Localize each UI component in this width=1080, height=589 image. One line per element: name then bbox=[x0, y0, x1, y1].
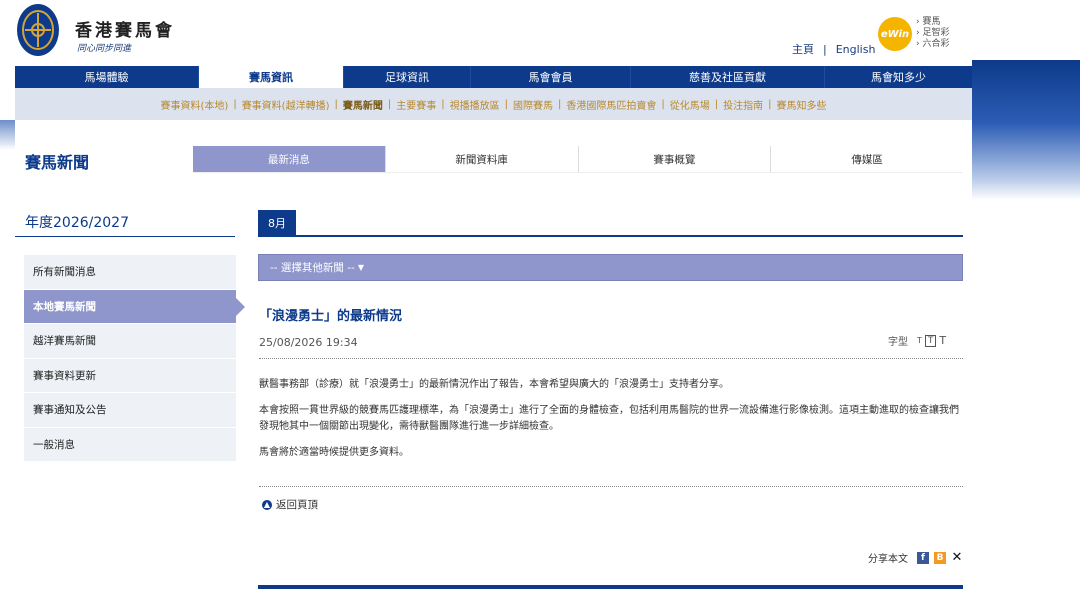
page-tabs: 最新消息 新聞資料庫 賽事概覽 傳媒區 bbox=[193, 146, 963, 173]
subnav-auction[interactable]: 香港國際馬匹拍賣會 bbox=[561, 97, 661, 112]
brand-name: 香港賽馬會 bbox=[75, 21, 175, 41]
ewin-item-racing[interactable]: › 賽馬 bbox=[916, 17, 949, 28]
back-to-top-link[interactable]: ▲ 返回頁頂 bbox=[262, 497, 318, 512]
nav-football[interactable]: 足球資訊 bbox=[344, 66, 471, 88]
subnav-local-race[interactable]: 賽事資料(本地) bbox=[156, 97, 234, 112]
hkjc-logo-icon[interactable] bbox=[16, 3, 60, 57]
news-selector-label: -- 選擇其他新聞 -- bbox=[270, 262, 355, 274]
tab-latest-news[interactable]: 最新消息 bbox=[193, 146, 386, 173]
sidemenu-overseas-news[interactable]: 越洋賽馬新聞 bbox=[24, 324, 236, 359]
tab-media[interactable]: 傳媒區 bbox=[771, 146, 963, 173]
back-to-top-label: 返回頁頂 bbox=[276, 499, 318, 511]
font-large-icon[interactable]: T bbox=[939, 334, 946, 347]
ewin-item-football[interactable]: › 足智彩 bbox=[916, 28, 949, 39]
font-small-icon[interactable]: T bbox=[917, 336, 922, 345]
month-tab[interactable]: 8月 bbox=[258, 210, 296, 236]
main-nav: 馬場體驗 賽馬資訊 足球資訊 馬會會員 慈善及社區貢獻 馬會知多少 bbox=[15, 66, 972, 88]
subnav-simulcast[interactable]: 賽事資料(越洋轉播) bbox=[237, 97, 335, 112]
divider bbox=[259, 358, 963, 359]
divider bbox=[258, 585, 963, 589]
arrow-up-icon: ▲ bbox=[262, 499, 272, 510]
season-label: 年度2026/2027 bbox=[25, 215, 129, 231]
ewin-logo-icon[interactable]: eWin bbox=[878, 17, 912, 51]
sub-nav: 賽事資料(本地) | 賽事資料(越洋轉播) | 賽馬新聞 | 主要賽事 | 視播播放區 |… bbox=[15, 88, 972, 120]
ewin-products: › 賽馬 › 足智彩 › 六合彩 bbox=[916, 17, 949, 50]
subnav-conghua[interactable]: 從化馬場 bbox=[665, 97, 715, 112]
brand-slogan: 同心同步同進 bbox=[77, 44, 132, 54]
share-label: 分享本文 bbox=[868, 554, 908, 565]
nav-membership[interactable]: 馬會會員 bbox=[471, 66, 631, 88]
article-datetime: 25/08/2026 19:34 bbox=[259, 336, 358, 349]
subnav-betting-guide[interactable]: 投注指南 bbox=[718, 97, 768, 112]
header-gradient-left bbox=[0, 120, 15, 150]
tab-news-archive[interactable]: 新聞資料庫 bbox=[385, 146, 579, 173]
font-size-label: 字型 bbox=[888, 337, 908, 348]
article-paragraph: 本會按照一貫世界級的競賽馬匹護理標準，為「浪漫勇士」進行了全面的身體檢查，包括利… bbox=[259, 405, 959, 432]
facebook-icon[interactable]: f bbox=[917, 551, 929, 564]
header-gradient bbox=[972, 60, 1080, 200]
page-title: 賽馬新聞 bbox=[25, 153, 90, 172]
x-twitter-icon[interactable]: ✕ bbox=[951, 550, 963, 565]
article-title: 「浪漫勇士」的最新情況 bbox=[259, 309, 403, 324]
news-selector-dropdown[interactable]: -- 選擇其他新聞 -- ▼ bbox=[258, 254, 963, 281]
chevron-down-icon: ▼ bbox=[357, 263, 364, 272]
share-bar: 分享本文 f B ✕ bbox=[868, 550, 963, 565]
subnav-racing-101[interactable]: 賽馬知多些 bbox=[772, 97, 832, 112]
sidemenu-race-updates[interactable]: 賽事資料更新 bbox=[24, 358, 236, 393]
top-links: 主頁 | English bbox=[792, 41, 875, 57]
divider bbox=[15, 236, 235, 237]
side-menu: 所有新聞消息 本地賽馬新聞 越洋賽馬新聞 賽事資料更新 賽事通知及公告 一般消息 bbox=[24, 255, 245, 462]
sidemenu-all-news[interactable]: 所有新聞消息 bbox=[24, 255, 236, 290]
subnav-video[interactable]: 視播播放區 bbox=[445, 97, 505, 112]
nav-charity[interactable]: 慈善及社區貢獻 bbox=[631, 66, 825, 88]
nav-racecourse[interactable]: 馬場體驗 bbox=[15, 66, 199, 88]
sidemenu-notices[interactable]: 賽事通知及公告 bbox=[24, 393, 236, 428]
tab-race-overview[interactable]: 賽事概覽 bbox=[578, 146, 772, 173]
subnav-major-races[interactable]: 主要賽事 bbox=[391, 97, 441, 112]
nav-about[interactable]: 馬會知多少 bbox=[825, 66, 972, 88]
subnav-racing-news[interactable]: 賽馬新聞 bbox=[338, 97, 388, 112]
divider bbox=[259, 486, 963, 487]
font-medium-icon[interactable]: T bbox=[924, 334, 937, 347]
ewin-item-marksix[interactable]: › 六合彩 bbox=[916, 39, 949, 50]
subnav-international[interactable]: 國際賽馬 bbox=[508, 97, 558, 112]
english-link[interactable]: English bbox=[836, 43, 876, 56]
article-paragraph: 獸醫事務部（診療）就「浪漫勇士」的最新情況作出了報告，本會希望與廣大的「浪漫勇士… bbox=[259, 379, 729, 390]
font-size-control: 字型 T T T bbox=[888, 333, 946, 348]
nav-racing-info[interactable]: 賽馬資訊 bbox=[199, 66, 344, 88]
article-paragraph: 馬會將於適當時候提供更多資料。 bbox=[259, 447, 409, 458]
blogger-icon[interactable]: B bbox=[934, 551, 946, 564]
divider: | bbox=[823, 42, 827, 56]
sidemenu-local-news[interactable]: 本地賽馬新聞 bbox=[24, 289, 245, 324]
home-link[interactable]: 主頁 bbox=[792, 41, 814, 57]
sidemenu-general-news[interactable]: 一般消息 bbox=[24, 427, 236, 462]
divider bbox=[258, 235, 963, 237]
